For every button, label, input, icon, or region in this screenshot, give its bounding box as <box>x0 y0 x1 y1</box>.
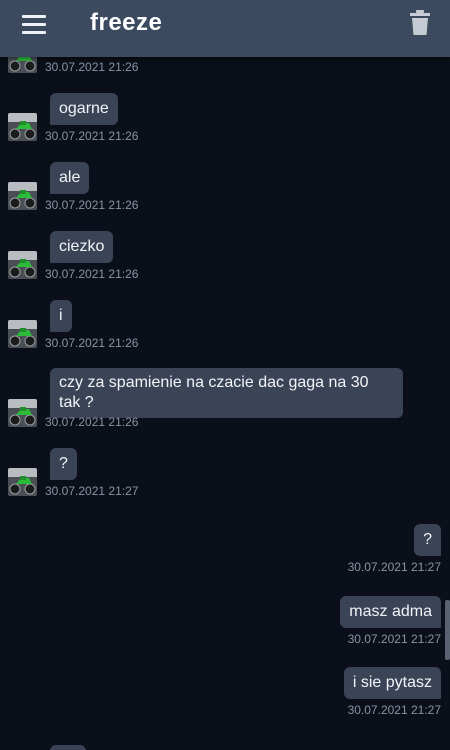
message-timestamp: 30.07.2021 21:26 <box>45 336 139 350</box>
sender-avatar[interactable] <box>8 182 37 210</box>
motorbike-avatar-image <box>8 251 37 279</box>
motorbike-avatar-image <box>8 113 37 141</box>
message-timestamp: 30.07.2021 21:27 <box>347 632 441 646</box>
message-bubble[interactable]: ? <box>414 524 441 556</box>
message-timestamp: 30.07.2021 21:27 <box>347 703 441 717</box>
message-bubble[interactable] <box>50 745 86 750</box>
motorbike-avatar-image <box>8 320 37 348</box>
motorbike-avatar-image <box>8 468 37 496</box>
sender-avatar[interactable] <box>8 113 37 141</box>
message-timestamp: 30.07.2021 21:27 <box>347 560 441 574</box>
motorbike-avatar-image <box>8 182 37 210</box>
message-bubble[interactable]: ? <box>50 448 77 480</box>
message-timestamp: 30.07.2021 21:26 <box>45 129 139 143</box>
sender-avatar[interactable] <box>8 399 37 427</box>
message-bubble[interactable]: ciezko <box>50 231 114 263</box>
message-timestamp: 30.07.2021 21:26 <box>45 60 139 74</box>
message-timestamp: 30.07.2021 21:27 <box>45 484 139 498</box>
message-bubble[interactable]: czy za spamienie na czacie dac gaga na 3… <box>50 368 403 418</box>
motorbike-avatar-image <box>8 57 37 73</box>
sender-avatar[interactable] <box>8 251 37 279</box>
message-bubble[interactable]: ale <box>50 162 90 194</box>
message-timestamp: 30.07.2021 21:26 <box>45 415 139 429</box>
hamburger-menu-icon <box>22 15 46 18</box>
trash-icon <box>410 10 430 35</box>
message-bubble[interactable]: i sie pytasz <box>343 667 441 699</box>
chat-title: freeze <box>90 9 163 36</box>
menu-button[interactable] <box>22 13 48 35</box>
sender-avatar[interactable] <box>8 320 37 348</box>
message-bubble[interactable]: masz adma <box>340 596 441 628</box>
hamburger-menu-icon-line <box>22 31 46 34</box>
message-bubble[interactable]: ogarne <box>50 93 118 125</box>
motorbike-avatar-image <box>8 399 37 427</box>
hamburger-menu-icon-line <box>22 23 46 26</box>
message-list[interactable]: 30.07.2021 21:26 ogarne 30.07.2021 21:26 <box>0 57 450 750</box>
sender-avatar[interactable] <box>8 468 37 496</box>
app-toolbar: freeze <box>0 0 450 57</box>
chat-scrollbar[interactable] <box>445 600 450 660</box>
message-bubble[interactable]: i <box>50 300 72 332</box>
message-timestamp: 30.07.2021 21:26 <box>45 267 139 281</box>
message-timestamp: 30.07.2021 21:26 <box>45 198 139 212</box>
delete-chat-button[interactable] <box>408 10 432 36</box>
sender-avatar[interactable] <box>8 57 37 73</box>
